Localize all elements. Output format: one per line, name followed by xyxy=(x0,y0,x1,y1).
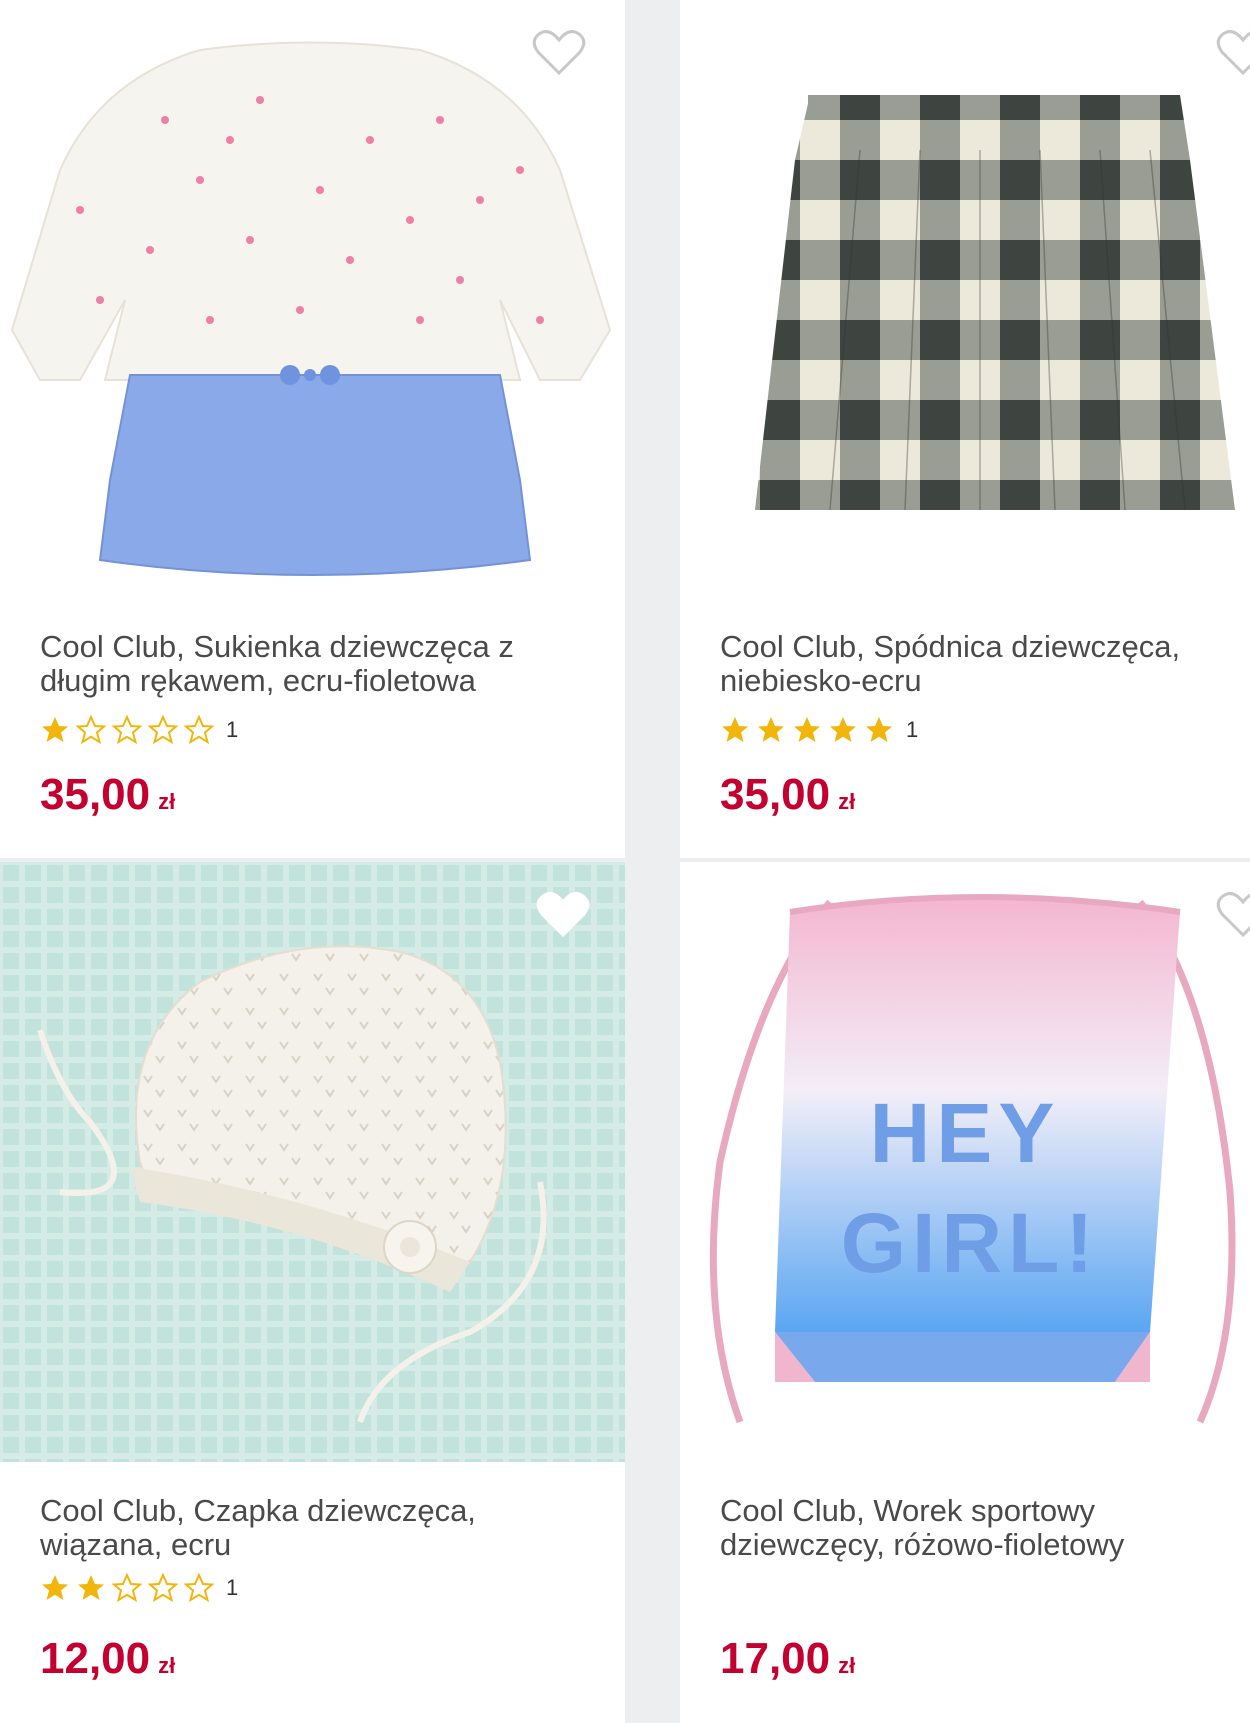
product-price: 12,00 zł xyxy=(40,1634,176,1683)
currency-label: zł xyxy=(838,1653,856,1678)
star-filled-icon xyxy=(830,717,856,742)
star-filled-icon xyxy=(758,717,784,742)
product-card[interactable]: HEY GIRL! Cool Club, Worek sportowy dzie… xyxy=(680,862,1250,1723)
heart-icon[interactable] xyxy=(1216,28,1250,78)
star-filled-icon xyxy=(794,717,820,742)
product-title[interactable]: Cool Club, Spódnica dziewczęca, niebiesk… xyxy=(720,630,1250,698)
product-price: 35,00 zł xyxy=(720,770,856,819)
star-filled-icon xyxy=(42,717,68,742)
hat-image[interactable] xyxy=(0,862,625,1462)
bag-print-text: GIRL! xyxy=(841,1196,1100,1290)
star-filled-icon xyxy=(722,717,748,742)
product-title[interactable]: Cool Club, Worek sportowy dziewczęcy, ró… xyxy=(720,1494,1250,1562)
rating-count: 1 xyxy=(226,1575,239,1600)
product-card[interactable]: Cool Club, Czapka dziewczęca, wiązana, e… xyxy=(0,862,625,1723)
currency-label: zł xyxy=(838,789,856,814)
currency-label: zł xyxy=(158,789,176,814)
star-rating: 1 xyxy=(40,1571,238,1605)
star-filled-icon xyxy=(866,717,892,742)
product-card[interactable]: Cool Club, Spódnica dziewczęca, niebiesk… xyxy=(680,0,1250,858)
product-price: 17,00 zł xyxy=(720,1634,856,1683)
product-title[interactable]: Cool Club, Sukienka dziewczęca z długim … xyxy=(40,630,580,698)
bag-image[interactable]: HEY GIRL! xyxy=(680,862,1250,1462)
star-empty-icon xyxy=(112,715,142,745)
product-card[interactable]: Cool Club, Sukienka dziewczęca z długim … xyxy=(0,0,625,858)
skirt-image[interactable] xyxy=(680,0,1250,600)
dress-image[interactable] xyxy=(0,0,625,600)
product-price: 35,00 zł xyxy=(40,770,176,819)
star-rating: 1 xyxy=(40,713,238,747)
star-empty-icon xyxy=(148,1573,178,1603)
star-empty-icon xyxy=(148,715,178,745)
star-empty-icon xyxy=(184,715,214,745)
star-rating: 1 xyxy=(720,713,918,747)
currency-label: zł xyxy=(158,1653,176,1678)
bag-print-text: HEY xyxy=(870,1086,1061,1180)
product-title[interactable]: Cool Club, Czapka dziewczęca, wiązana, e… xyxy=(40,1494,580,1562)
heart-icon[interactable] xyxy=(532,28,586,78)
star-filled-icon xyxy=(42,1575,68,1600)
star-empty-icon xyxy=(184,1573,214,1603)
rating-count: 1 xyxy=(226,717,239,742)
heart-icon[interactable] xyxy=(1216,890,1250,940)
rating-count: 1 xyxy=(906,717,919,742)
star-empty-icon xyxy=(76,715,106,745)
star-empty-icon xyxy=(112,1573,142,1603)
heart-icon[interactable] xyxy=(536,890,590,940)
star-filled-icon xyxy=(78,1575,104,1600)
